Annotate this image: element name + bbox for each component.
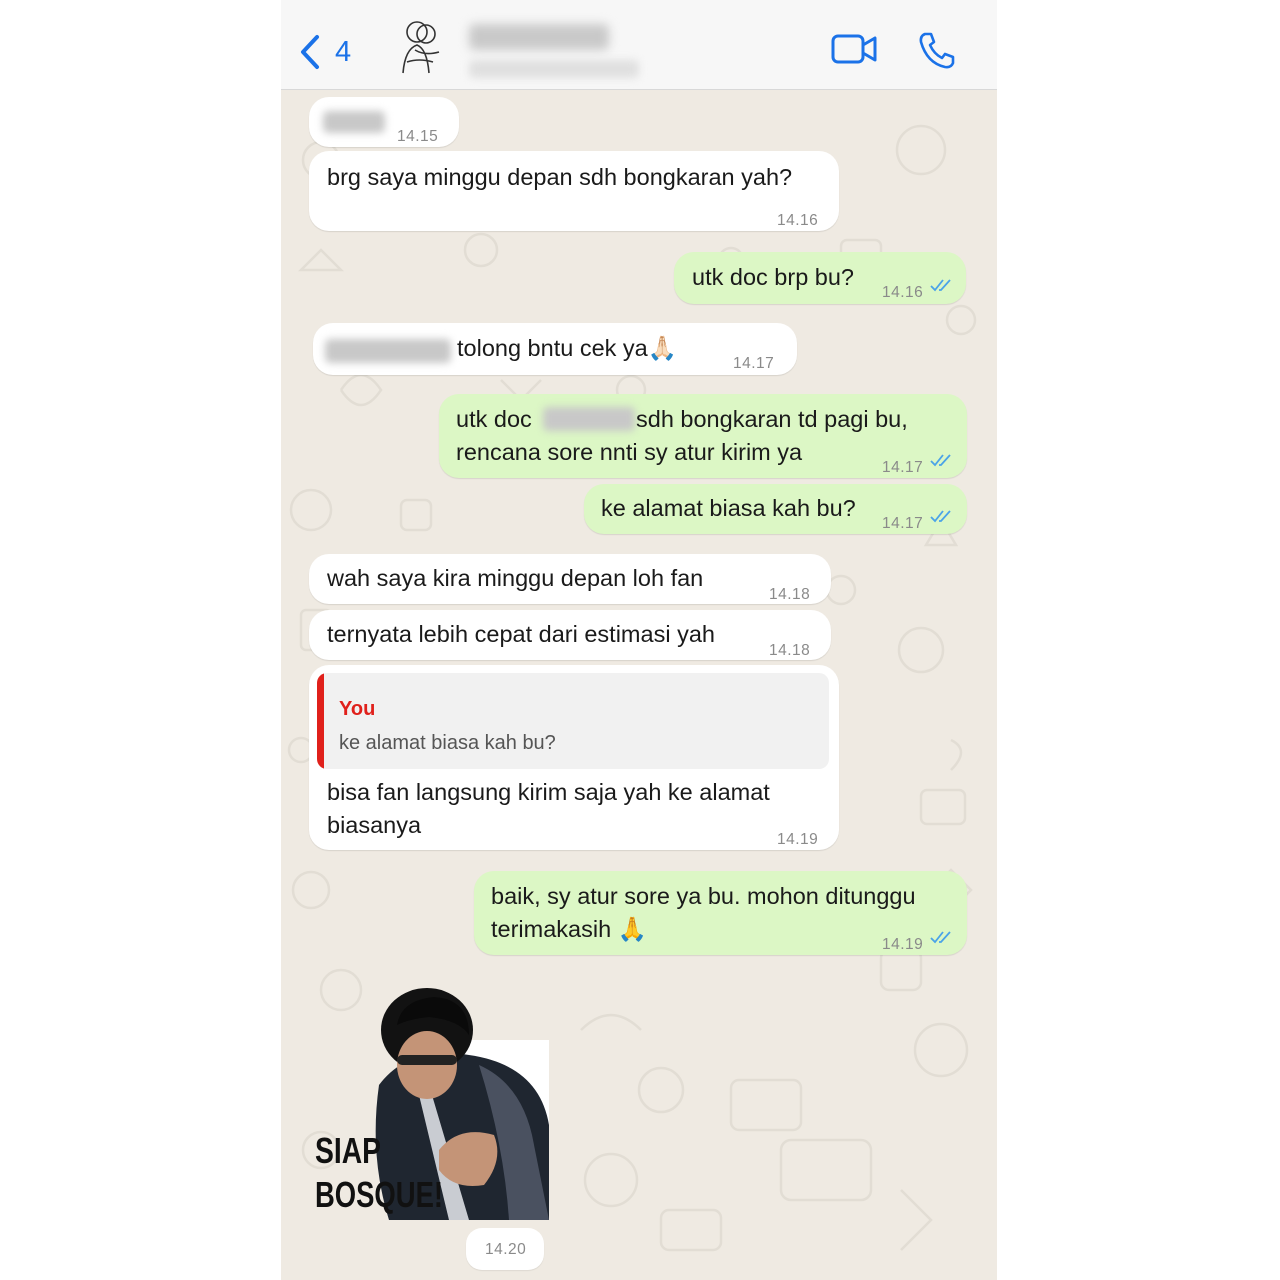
message-text: terimakasih 🙏 <box>491 916 647 942</box>
message-text: ternyata lebih cepat dari estimasi yah <box>327 621 715 647</box>
quoted-message[interactable]: You ke alamat biasa kah bu? <box>317 673 829 769</box>
redacted-text <box>325 339 451 363</box>
message-time: 14.16 <box>882 284 924 301</box>
message-text: ke alamat biasa kah bu? <box>601 495 856 521</box>
message-incoming[interactable]: ternyata lebih cepat dari estimasi yah 1… <box>309 610 831 660</box>
message-incoming[interactable]: wah saya kira minggu depan loh fan 14.18 <box>309 554 831 604</box>
redacted-text <box>323 111 385 133</box>
message-text: wah saya kira minggu depan loh fan <box>327 565 704 591</box>
message-time: 14.18 <box>769 586 811 603</box>
message-incoming[interactable]: 14.15 <box>309 97 459 147</box>
chevron-left-icon <box>301 35 319 69</box>
message-text: brg saya minggu depan sdh bongkaran yah? <box>327 164 793 190</box>
video-call-icon[interactable] <box>831 32 877 66</box>
message-time: 14.18 <box>769 642 811 659</box>
double-check-icon <box>930 931 951 944</box>
message-text: sdh bongkaran td pagi bu, <box>636 406 908 432</box>
message-text: baik, sy atur sore ya bu. mohon ditunggu <box>491 883 916 909</box>
sticker-time-badge: 14.20 <box>466 1228 544 1270</box>
contact-avatar[interactable] <box>393 18 449 78</box>
sticker-text-line2: BOSQUE! <box>315 1174 443 1215</box>
message-time: 14.17 <box>882 515 924 532</box>
quote-bar <box>317 673 324 769</box>
quote-text: ke alamat biasa kah bu? <box>339 732 556 754</box>
message-text: bisa fan langsung kirim saja yah ke alam… <box>327 779 770 805</box>
back-button[interactable]: 4 <box>299 32 359 72</box>
sticker-siap-bosque[interactable]: SIAP BOSQUE! <box>309 985 549 1225</box>
message-time: 14.17 <box>882 459 924 476</box>
message-outgoing[interactable]: ke alamat biasa kah bu? 14.17 <box>584 484 967 534</box>
double-check-icon <box>930 454 951 467</box>
message-outgoing[interactable]: baik, sy atur sore ya bu. mohon ditunggu… <box>474 871 967 955</box>
unread-count: 4 <box>335 35 352 68</box>
redacted-text <box>543 407 635 431</box>
message-outgoing[interactable]: utk doc brp bu? 14.16 <box>674 252 966 304</box>
chat-header: 4 <box>281 0 997 90</box>
double-check-icon <box>930 510 951 523</box>
phone-icon[interactable] <box>917 30 957 70</box>
message-time: 14.16 <box>777 212 819 229</box>
message-text: utk doc <box>456 406 532 432</box>
message-time: 14.15 <box>397 128 439 145</box>
message-incoming[interactable]: tolong bntu cek ya🙏🏻 14.17 <box>313 323 797 375</box>
message-text: tolong bntu cek ya🙏🏻 <box>457 335 678 361</box>
message-text: biasanya <box>327 812 422 838</box>
message-incoming[interactable]: brg saya minggu depan sdh bongkaran yah?… <box>309 151 839 231</box>
message-outgoing[interactable]: utk doc sdh bongkaran td pagi bu, rencan… <box>439 394 967 478</box>
message-time: 14.19 <box>882 936 924 953</box>
sticker-text-line1: SIAP <box>315 1130 381 1171</box>
message-incoming-reply[interactable]: You ke alamat biasa kah bu? bisa fan lan… <box>309 665 839 850</box>
chat-screen: 4 14.15 brg saya minggu depan sdh bongka… <box>281 0 997 1280</box>
message-text: utk doc brp bu? <box>692 264 854 290</box>
message-time: 14.19 <box>777 831 819 848</box>
contact-status-redacted <box>469 60 639 78</box>
message-text: rencana sore nnti sy atur kirim ya <box>456 439 803 465</box>
double-check-icon <box>930 279 951 292</box>
contact-name-redacted[interactable] <box>469 24 609 50</box>
quote-author: You <box>339 698 376 720</box>
message-time: 14.20 <box>485 1241 527 1258</box>
message-time: 14.17 <box>733 355 775 372</box>
